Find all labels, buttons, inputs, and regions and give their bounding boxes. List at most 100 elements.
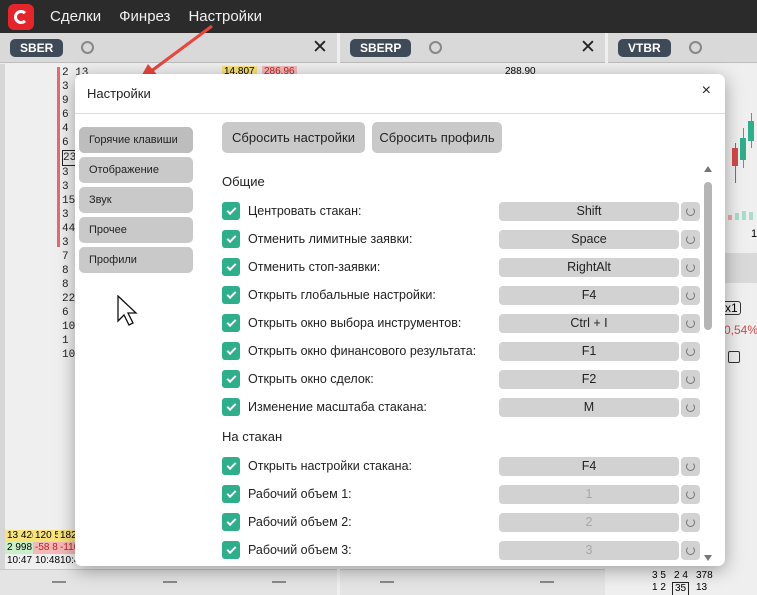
dialog-title: Настройки xyxy=(87,86,151,101)
hotkey-checkbox[interactable] xyxy=(222,314,240,332)
panel-header-sberp: SBERP ✕ xyxy=(340,33,605,63)
divider xyxy=(75,113,725,114)
hotkey-checkbox[interactable] xyxy=(222,485,240,503)
reset-hotkey-icon[interactable] xyxy=(681,314,700,333)
sidebar-item-hotkeys[interactable]: Горячие клавиши xyxy=(79,127,193,153)
hotkey-field[interactable]: RightAlt xyxy=(499,258,679,277)
hotkey-label: Открыть окно сделок: xyxy=(248,372,374,386)
ticker-tag-vtbr[interactable]: VTBR xyxy=(618,38,671,57)
reset-hotkey-icon[interactable] xyxy=(681,541,700,560)
hotkey-row: Изменение масштаба стакана: M xyxy=(222,396,702,418)
hotkey-field[interactable]: 2 xyxy=(499,513,679,532)
hotkey-checkbox[interactable] xyxy=(222,286,240,304)
collapse-handle[interactable] xyxy=(380,581,394,583)
hotkey-row: Рабочий объем 1: 1 xyxy=(222,483,702,505)
sidebar-item-other[interactable]: Прочее xyxy=(79,217,193,243)
hotkey-row: Открыть окно сделок: F2 xyxy=(222,368,702,390)
hotkey-label: Открыть глобальные настройки: xyxy=(248,288,436,302)
hotkey-checkbox[interactable] xyxy=(222,541,240,559)
hotkey-label: Открыть окно выбора инструментов: xyxy=(248,316,462,330)
reset-hotkey-icon[interactable] xyxy=(681,513,700,532)
top-menu-bar: Сделки Финрез Настройки xyxy=(0,0,757,33)
hotkey-field[interactable]: 3 xyxy=(499,541,679,560)
mouse-cursor-icon xyxy=(117,295,138,326)
sidebar-item-profiles[interactable]: Профили xyxy=(79,247,193,273)
reset-hotkey-icon[interactable] xyxy=(681,342,700,361)
collapse-handle[interactable] xyxy=(163,581,177,583)
ticker-tag-sberp[interactable]: SBERP xyxy=(350,38,412,57)
hotkey-field[interactable]: Shift xyxy=(499,202,679,221)
hotkey-field[interactable]: Ctrl + I xyxy=(499,314,679,333)
hotkey-label: Рабочий объем 3: xyxy=(248,543,352,557)
reset-hotkey-icon[interactable] xyxy=(681,286,700,305)
reset-hotkey-icon[interactable] xyxy=(681,485,700,504)
menu-item-deals[interactable]: Сделки xyxy=(50,8,101,25)
hotkey-checkbox[interactable] xyxy=(222,370,240,388)
reset-settings-button[interactable]: Сбросить настройки xyxy=(222,122,365,153)
sidebar-item-display[interactable]: Отображение xyxy=(79,157,193,183)
hotkey-checkbox[interactable] xyxy=(222,398,240,416)
scroll-down-icon[interactable] xyxy=(704,555,712,561)
panel-header-vtbr: VTBR xyxy=(608,33,757,63)
ticker-tag-sber[interactable]: SBER xyxy=(10,38,64,57)
close-icon[interactable]: ✕ xyxy=(312,36,328,59)
level-marker xyxy=(57,67,60,247)
close-icon[interactable]: ✕ xyxy=(580,36,596,59)
reset-hotkey-icon[interactable] xyxy=(681,398,700,417)
hotkey-row: Открыть окно финансового результата: F1 xyxy=(222,340,702,362)
volume-cell: 3 5 xyxy=(652,570,666,581)
scroll-up-icon[interactable] xyxy=(704,166,712,172)
collapse-handle[interactable] xyxy=(272,581,286,583)
collapse-handle[interactable] xyxy=(52,581,66,583)
hotkey-field[interactable]: Space xyxy=(499,230,679,249)
reset-hotkey-icon[interactable] xyxy=(681,370,700,389)
hotkey-field[interactable]: F4 xyxy=(499,457,679,476)
gear-icon[interactable] xyxy=(81,41,95,54)
volume-cell: 2 998 xyxy=(5,542,35,554)
volume-cell: 2 4 xyxy=(674,570,688,581)
hotkey-label: Открыть окно финансового результата: xyxy=(248,344,477,358)
hotkey-row: Отменить лимитные заявки: Space xyxy=(222,228,702,250)
hotkey-label: Открыть настройки стакана: xyxy=(248,459,413,473)
hotkey-checkbox[interactable] xyxy=(222,202,240,220)
hotkey-label: Изменение масштаба стакана: xyxy=(248,400,427,414)
section-title-general: Общие xyxy=(222,174,265,189)
hotkey-field[interactable]: 1 xyxy=(499,485,679,504)
chart-type-icon[interactable] xyxy=(728,351,740,363)
reset-hotkey-icon[interactable] xyxy=(681,457,700,476)
hotkey-row: Центровать стакан: Shift xyxy=(222,200,702,222)
hotkey-checkbox[interactable] xyxy=(222,230,240,248)
hotkey-field[interactable]: M xyxy=(499,398,679,417)
close-icon[interactable]: × xyxy=(702,82,711,100)
hotkey-checkbox[interactable] xyxy=(222,457,240,475)
reset-hotkey-icon[interactable] xyxy=(681,258,700,277)
sidebar-item-sound[interactable]: Звук xyxy=(79,187,193,213)
volume-cell: 1 2 xyxy=(652,582,666,593)
hotkey-field[interactable]: F4 xyxy=(499,286,679,305)
collapse-handle[interactable] xyxy=(540,581,554,583)
hotkey-checkbox[interactable] xyxy=(222,258,240,276)
change-percent: 0,54% xyxy=(724,323,757,337)
reset-hotkey-icon[interactable] xyxy=(681,202,700,221)
hotkey-field[interactable]: F1 xyxy=(499,342,679,361)
hotkey-checkbox[interactable] xyxy=(222,342,240,360)
reset-profile-button[interactable]: Сбросить профиль xyxy=(372,122,502,153)
settings-dialog: Настройки × Горячие клавиши Отображение … xyxy=(75,74,725,566)
scroll-strip xyxy=(0,64,5,569)
volume-cell: 378 xyxy=(696,570,713,581)
hotkey-checkbox[interactable] xyxy=(222,513,240,531)
hotkey-label: Отменить лимитные заявки: xyxy=(248,232,413,246)
hotkey-row: Отменить стоп-заявки: RightAlt xyxy=(222,256,702,278)
gear-icon[interactable] xyxy=(688,41,702,54)
hotkey-row: Открыть глобальные настройки: F4 xyxy=(222,284,702,306)
reset-hotkey-icon[interactable] xyxy=(681,230,700,249)
scroll-thumb[interactable] xyxy=(704,182,712,330)
hotkey-row: Рабочий объем 2: 2 xyxy=(222,511,702,533)
volume-cell: 13 xyxy=(696,582,708,593)
settings-sidebar: Горячие клавиши Отображение Звук Прочее … xyxy=(79,127,195,277)
scrollbar[interactable] xyxy=(703,166,713,561)
hotkey-label: Рабочий объем 2: xyxy=(248,515,352,529)
app-logo-icon[interactable] xyxy=(8,3,34,30)
gear-icon[interactable] xyxy=(429,41,443,54)
hotkey-field[interactable]: F2 xyxy=(499,370,679,389)
